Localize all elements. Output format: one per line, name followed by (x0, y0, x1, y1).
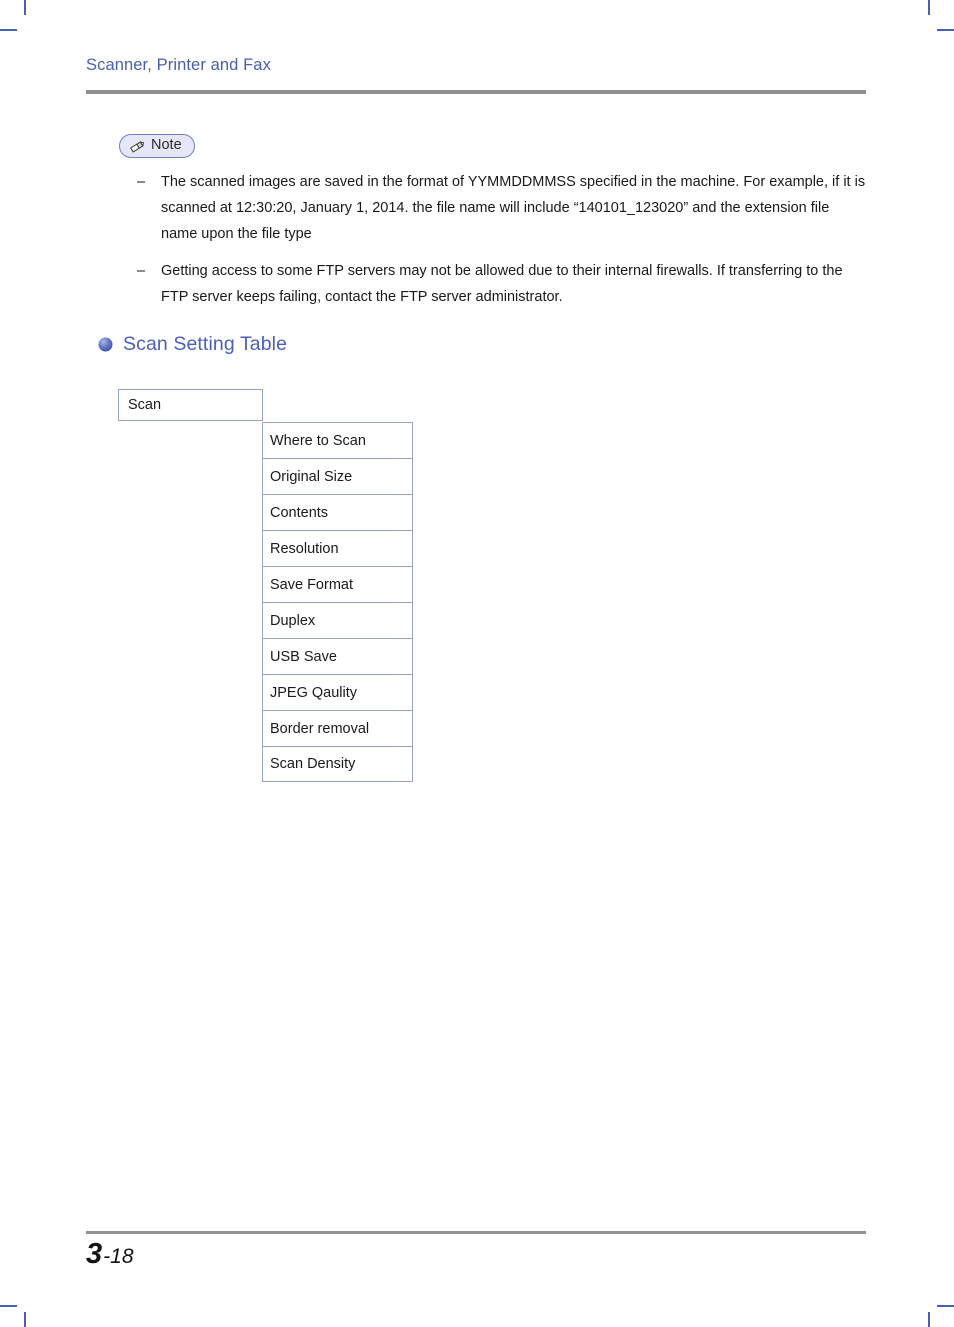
table-row: Border removal (262, 710, 413, 746)
header-title: Scanner, Printer and Fax (86, 56, 271, 74)
table-row: JPEG Qaulity (262, 674, 413, 710)
table-cell-setting: JPEG Qaulity (270, 684, 358, 701)
table-row: Save Format (262, 566, 413, 602)
table-row: Scan Density (262, 746, 413, 782)
table-setting-column: Where to Scan Original Size Contents Res… (262, 422, 413, 782)
page-number-chapter: 3 (86, 1238, 103, 1270)
page-number: 3 -18 (86, 1240, 134, 1269)
sphere-bullet-icon (98, 337, 113, 352)
list-dash-marker: – (137, 174, 146, 190)
table-cell-setting: USB Save (270, 648, 337, 665)
table-row: Resolution (262, 530, 413, 566)
table-row: Where to Scan (262, 422, 413, 458)
section-heading: Scan Setting Table (98, 333, 288, 355)
table-cell-setting: Resolution (270, 540, 339, 557)
note-list: – The scanned images are saved in the fo… (137, 170, 867, 323)
crop-mark-top-left-vertical (24, 0, 26, 15)
crop-mark-bottom-right-vertical (928, 1312, 930, 1327)
note-item-text: The scanned images are saved in the form… (161, 174, 866, 242)
section-heading-text: Scan Setting Table (123, 333, 288, 355)
table-cell-setting: Border removal (270, 720, 370, 737)
crop-mark-top-left-horizontal (0, 29, 17, 31)
list-dash-marker: – (137, 263, 146, 280)
table-cell-setting: Duplex (270, 612, 316, 629)
note-badge: Note (119, 134, 195, 158)
note-badge-label: Note (151, 137, 182, 154)
table-cell-setting: Where to Scan (270, 432, 366, 449)
table-cell-setting: Scan Density (270, 756, 356, 772)
pencil-icon (129, 139, 146, 154)
table-row: Contents (262, 494, 413, 530)
table-cell-setting: Contents (270, 504, 329, 521)
header-divider (86, 90, 866, 94)
note-list-item: – The scanned images are saved in the fo… (137, 170, 867, 247)
table-group-cell: Scan (118, 389, 263, 421)
crop-mark-bottom-right-horizontal (937, 1305, 954, 1307)
crop-mark-top-right-horizontal (937, 29, 954, 31)
crop-mark-bottom-left-vertical (24, 1312, 26, 1327)
table-cell-setting: Original Size (270, 468, 353, 485)
table-row: USB Save (262, 638, 413, 674)
crop-mark-bottom-left-horizontal (0, 1305, 17, 1307)
table-group-label: Scan (128, 397, 162, 413)
table-row: Duplex (262, 602, 413, 638)
note-item-text: Getting access to some FTP servers may n… (161, 263, 843, 306)
table-row: Original Size (262, 458, 413, 494)
crop-mark-top-right-vertical (928, 0, 930, 15)
footer-divider (86, 1231, 866, 1234)
page-header: Scanner, Printer and Fax (86, 56, 866, 76)
note-list-item: – Getting access to some FTP servers may… (137, 259, 867, 311)
table-cell-setting: Save Format (270, 576, 353, 593)
page-number-folio: -18 (103, 1245, 134, 1268)
